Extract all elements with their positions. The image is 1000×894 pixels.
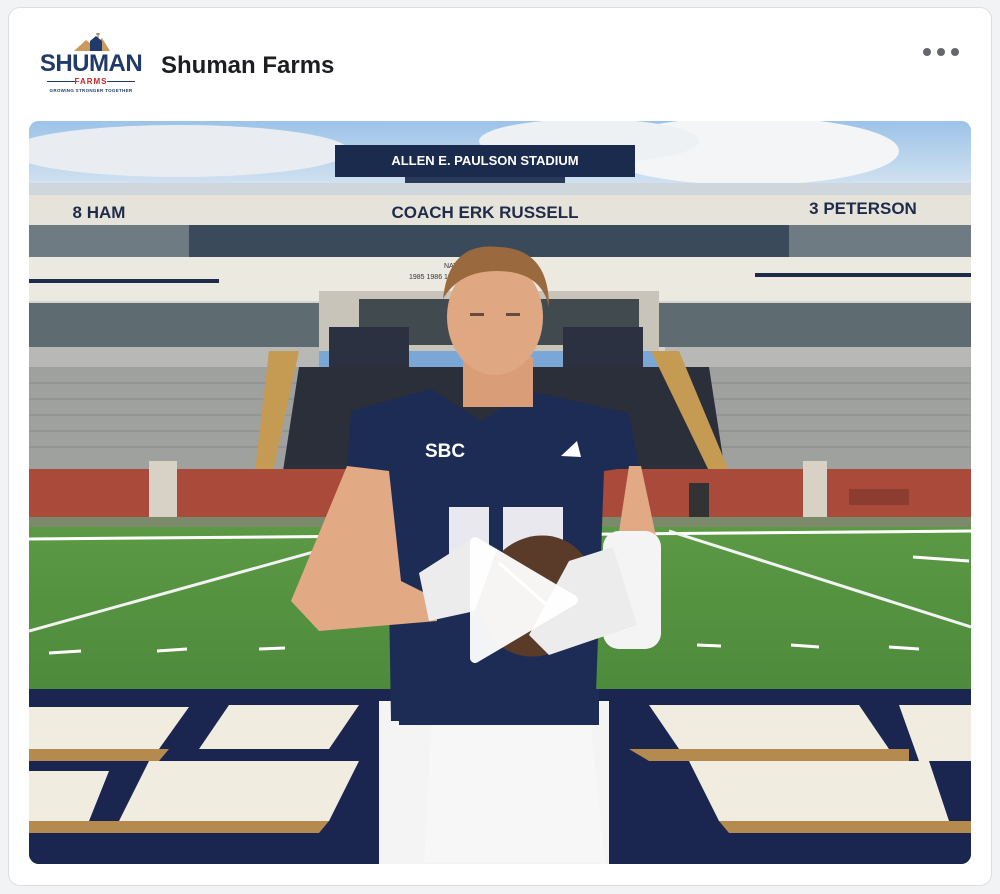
- jersey-patch: SBC: [425, 441, 465, 462]
- page-name-link[interactable]: Shuman Farms: [161, 52, 334, 80]
- video-player[interactable]: ALLEN E. PAULSON STADIUM 8 HAM COACH ERK…: [29, 121, 971, 864]
- video-thumbnail: ALLEN E. PAULSON STADIUM 8 HAM COACH ERK…: [29, 121, 971, 864]
- post-header: SHUMAN FARMS GROWING STRONGER TOGETHER S…: [9, 8, 991, 120]
- ring-of-honor-1: 8 HAM: [73, 203, 126, 222]
- more-options-button[interactable]: [919, 38, 963, 66]
- ring-of-honor-2: COACH ERK RUSSELL: [391, 203, 578, 222]
- page-avatar-logo[interactable]: SHUMAN FARMS GROWING STRONGER TOGETHER: [39, 32, 143, 96]
- play-icon: [470, 537, 578, 663]
- logo-wordmark: SHUMAN: [39, 50, 143, 77]
- more-horizontal-icon: [923, 48, 931, 56]
- more-dot: [937, 48, 945, 56]
- logo-tagline: GROWING STRONGER TOGETHER: [49, 88, 133, 93]
- farm-icon: [74, 33, 110, 51]
- play-button[interactable]: [461, 534, 581, 664]
- post-card: SHUMAN FARMS GROWING STRONGER TOGETHER S…: [8, 7, 992, 886]
- ring-of-honor-3: 3 PETERSON: [809, 199, 917, 218]
- more-dot: [951, 48, 959, 56]
- logo-sub: FARMS: [74, 77, 108, 86]
- stadium-sign-text: ALLEN E. PAULSON STADIUM: [391, 153, 578, 168]
